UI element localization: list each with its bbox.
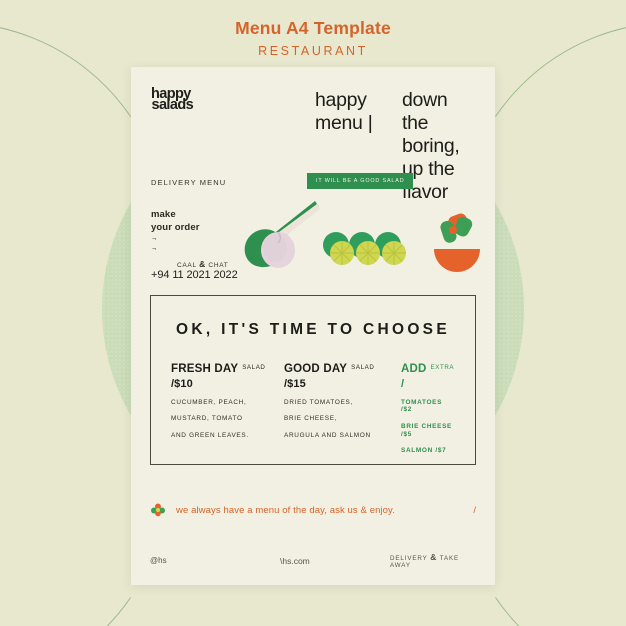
menu-column-good-day[interactable]: GOOD DAY SALAD /$15 DRIED TOMATOES, BRIE… [284,363,401,464]
brand-logo-line2: salads [151,97,194,114]
page-title: Menu A4 Template [235,18,391,38]
menu-selection-box: OK, IT'S TIME TO CHOOSE FRESH DAY SALAD … [150,295,476,465]
menu-column-fresh-day[interactable]: FRESH DAY SALAD /$10 CUCUMBER, PEACH, MU… [171,363,284,464]
menu-item-line: BRIE CHEESE, [284,415,338,423]
menu-column-head: FRESH DAY SALAD [171,363,284,376]
menu-column-price: /$10 [171,377,193,390]
salad-bowl-illustration [434,213,480,272]
menu-column-superscript: SALAD [351,364,375,371]
tagline-text: we always have a menu of the day, ask us… [176,504,395,516]
page-header: Menu A4 Template RESTAURANT [0,18,626,58]
order-title: make your order [151,208,238,235]
menu-column-price: /$15 [284,377,306,390]
garlic-spoon-illustration [244,201,320,268]
service-label: DELIVERY & TAKE AWAY [390,552,476,569]
brand-logo: happy salads [151,87,194,114]
menu-column-items: DRIED TOMATOES, BRIE CHEESE, ARUGULA AND… [284,399,401,440]
lime-slices-illustration [323,232,406,265]
order-tick-mark-2: ¬ [152,245,157,253]
menu-item-line: ARUGULA AND SALMON [284,432,371,440]
social-handle[interactable]: @hs [150,556,280,565]
order-tick-mark-1: ¬ [152,235,157,243]
menu-column-superscript: SALAD [242,364,266,371]
menu-item-line: AND GREEN LEAVES. [171,432,249,440]
chat-label: CHAT [208,261,229,269]
menu-column-add-extra[interactable]: ADD EXTRA / TOMATOES /$2 BRIE CHEESE /$5… [401,363,455,464]
flower-icon [151,503,165,517]
tagline-row: we always have a menu of the day, ask us… [150,502,476,518]
menu-column-name: GOOD DAY [284,363,348,375]
menu-column-items: TOMATOES /$2 BRIE CHEESE /$5 SALMON /$7 [401,399,455,455]
menu-column-superscript: EXTRA [430,364,455,371]
ampersand: & [199,258,206,269]
menu-columns: FRESH DAY SALAD /$10 CUCUMBER, PEACH, MU… [151,363,475,464]
delivery-label: DELIVERY [390,555,428,562]
phone-number[interactable]: +94 11 2021 2022 [151,269,238,281]
order-title-line2: your order [151,222,200,234]
poster-footer: @hs \hs.com DELIVERY & TAKE AWAY [150,552,476,569]
menu-poster-card: happy salads happy menu | down the borin… [131,67,495,585]
call-and-chat-label: CAAL & CHAT [177,259,238,269]
delivery-menu-label: DELIVERY MENU [151,178,227,187]
menu-item-line: DRIED TOMATOES, [284,398,353,406]
menu-column-head: ADD EXTRA [401,363,455,376]
call-label: CAAL [177,261,197,269]
order-info-block: make your order ¬ ¬ CAAL & CHAT +94 11 2… [151,208,238,281]
good-salad-badge: IT WILL BE A GOOD SALAD [307,173,414,189]
menu-column-name: ADD [401,363,427,375]
extra-item-line: BRIE CHEESE /$5 [401,423,453,438]
ampersand: & [430,552,438,562]
website-url[interactable]: \hs.com [280,556,390,566]
extra-item-line: SALMON /$7 [401,447,447,455]
menu-item-line: CUCUMBER, PEACH, [171,398,247,406]
menu-item-line: MUSTARD, TOMATO [171,415,243,423]
menu-column-items: CUCUMBER, PEACH, MUSTARD, TOMATO AND GRE… [171,399,284,440]
menu-column-head: GOOD DAY SALAD [284,363,401,376]
extra-item-line: TOMATOES /$2 [401,398,443,414]
tagline-slash: / [473,504,476,516]
order-title-line1: make [151,209,176,220]
menu-column-name: FRESH DAY [171,363,239,375]
choose-heading: OK, IT'S TIME TO CHOOSE [176,321,450,338]
menu-column-price: / [401,377,405,390]
page-subtitle: RESTAURANT [258,44,368,58]
